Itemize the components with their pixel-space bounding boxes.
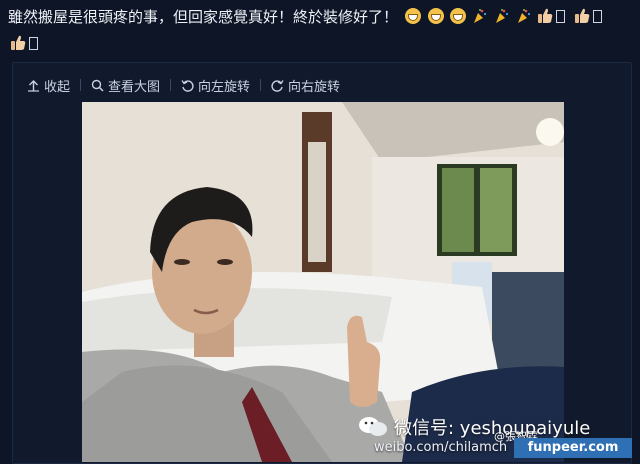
view-large-label: 查看大图 (108, 79, 161, 95)
rotate-left-icon (181, 79, 194, 92)
post-caption: 雖然搬屋是很頭疼的事，但回家感覺真好！終於裝修好了！ (8, 8, 399, 26)
image-toolbar: 收起 查看大图 向左旋转 向右旋转 (27, 75, 350, 95)
party-popper-icon (474, 8, 487, 23)
grin-emoji-icon (404, 5, 421, 31)
media-card: 收起 查看大图 向左旋转 向右旋转 (12, 62, 632, 464)
post-photo[interactable] (82, 102, 564, 462)
unknown-glyph-icon (556, 10, 566, 23)
party-popper-icon (495, 8, 509, 23)
wechat-icon (359, 417, 387, 436)
rotate-right-label: 向右旋转 (288, 79, 341, 95)
wechat-watermark: 微信号: yeshoupaiyule (358, 414, 590, 440)
collapse-icon (28, 79, 39, 92)
toolbar-divider (80, 79, 82, 91)
collapse-label: 收起 (44, 79, 71, 95)
thumbs-up-icon (575, 8, 590, 23)
toolbar-divider (170, 79, 172, 91)
rotate-left-label: 向左旋转 (198, 79, 251, 95)
site-watermark: funpeer.com (514, 438, 632, 458)
post-text: 雖然搬屋是很頭疼的事，但回家感覺真好！終於裝修好了！ (8, 4, 628, 57)
wechat-id-text: 微信号: yeshoupaiyule (394, 418, 591, 439)
collapse-button[interactable]: 收起 (27, 76, 70, 95)
view-large-button[interactable]: 查看大图 (91, 76, 160, 95)
toolbar-divider (260, 79, 262, 91)
unknown-glyph-icon (29, 36, 38, 50)
selfie-photo-illustration (82, 102, 564, 462)
weibo-url: weibo.com/chilamch (374, 440, 508, 455)
rotate-left-button[interactable]: 向左旋转 (181, 76, 250, 95)
magnifier-icon (91, 79, 104, 92)
thumbs-up-icon (11, 35, 26, 50)
thumbs-up-icon (538, 8, 553, 23)
rotate-right-icon (271, 79, 284, 92)
grin-emoji-icon (427, 5, 444, 31)
party-popper-icon (517, 8, 530, 23)
rotate-right-button[interactable]: 向右旋转 (271, 76, 340, 95)
unknown-glyph-icon (593, 10, 603, 23)
grin-emoji-icon (449, 5, 467, 31)
